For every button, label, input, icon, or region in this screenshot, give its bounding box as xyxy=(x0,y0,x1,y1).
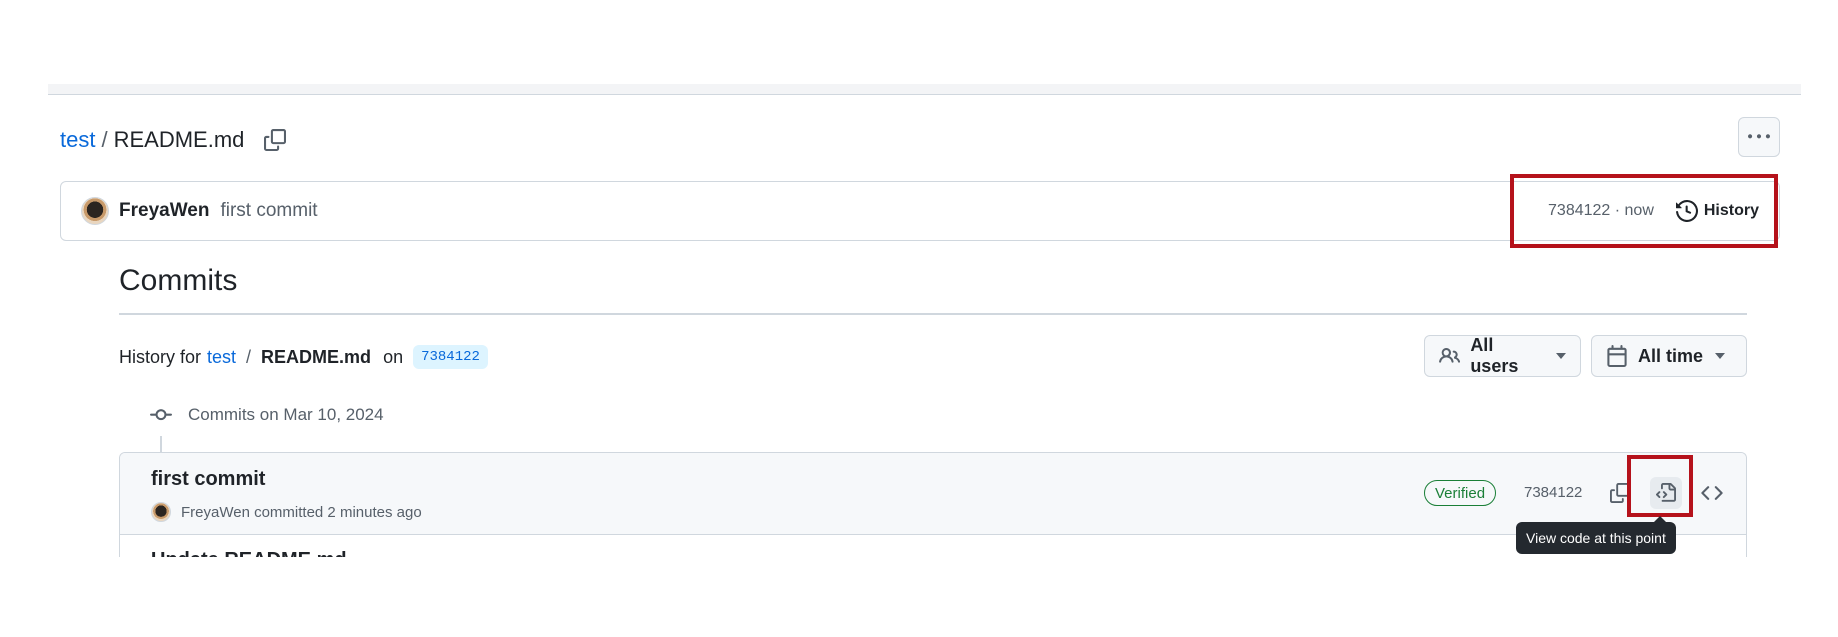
latest-commit-meta: 7384122 · now History xyxy=(1548,182,1759,240)
commit-title[interactable]: Update README.md xyxy=(151,549,347,557)
view-code-at-point-button[interactable] xyxy=(1650,477,1682,509)
history-repo-link[interactable]: test xyxy=(207,347,236,368)
history-button[interactable]: History xyxy=(1675,200,1759,222)
history-sha-badge[interactable]: 7384122 xyxy=(413,345,488,369)
copy-sha-button[interactable] xyxy=(1604,477,1636,509)
file-code-icon xyxy=(1656,483,1676,502)
history-file-name: README.md xyxy=(261,346,372,367)
author-avatar[interactable] xyxy=(81,197,109,225)
copy-icon xyxy=(1610,483,1630,503)
tooltip: View code at this point xyxy=(1516,516,1676,554)
kebab-horizontal-icon xyxy=(1748,134,1770,139)
more-options-button[interactable] xyxy=(1738,117,1780,157)
verified-badge[interactable]: Verified xyxy=(1424,480,1497,506)
history-slash: / xyxy=(246,346,252,367)
all-users-filter[interactable]: All users xyxy=(1424,335,1581,377)
commit-row: first commit FreyaWen committed 2 minute… xyxy=(120,453,1746,535)
file-breadcrumb: test / README.md xyxy=(60,122,290,158)
history-on-label: on xyxy=(383,346,404,367)
history-for-line: History for test / README.md on 7384122 xyxy=(119,343,488,371)
breadcrumb-file-name: README.md xyxy=(113,127,245,152)
latest-commit-bar: FreyaWen first commit 7384122 · now Hist… xyxy=(60,181,1780,241)
git-commit-icon xyxy=(150,409,172,421)
breadcrumb-separator: / xyxy=(101,127,108,152)
chevron-down-icon xyxy=(1556,353,1566,359)
copy-icon xyxy=(264,129,287,151)
title-divider xyxy=(119,313,1747,315)
latest-commit-message[interactable]: first commit xyxy=(220,200,317,222)
commit-list: first commit FreyaWen committed 2 minute… xyxy=(119,452,1747,557)
latest-commit-author[interactable]: FreyaWen xyxy=(119,200,209,222)
people-icon xyxy=(1439,348,1461,363)
commit-title[interactable]: first commit xyxy=(151,468,265,491)
commit-byline-text: FreyaWen committed 2 minutes ago xyxy=(181,503,422,521)
all-users-label: All users xyxy=(1470,335,1519,376)
breadcrumb-repo-link[interactable]: test xyxy=(60,127,95,153)
commit-byline: FreyaWen committed 2 minutes ago xyxy=(151,501,422,523)
copy-path-button[interactable] xyxy=(260,125,290,155)
commit-row: Update README.md xyxy=(120,535,1746,557)
commit-group-label: Commits on Mar 10, 2024 xyxy=(188,405,384,424)
all-time-filter[interactable]: All time xyxy=(1591,335,1747,377)
history-icon xyxy=(1675,200,1698,222)
history-label: History xyxy=(1703,202,1759,219)
commit-group-header: Commits on Mar 10, 2024 xyxy=(150,403,384,427)
calendar-icon xyxy=(1607,345,1627,367)
browse-code-button[interactable] xyxy=(1696,477,1728,509)
latest-commit-sha-time[interactable]: 7384122 · now xyxy=(1548,202,1654,220)
commit-author-avatar[interactable] xyxy=(151,502,171,522)
history-for-label: History for xyxy=(119,346,202,367)
top-divider-bar xyxy=(48,84,1801,95)
all-time-label: All time xyxy=(1638,345,1704,366)
page-title: Commits xyxy=(119,264,238,297)
code-icon xyxy=(1701,486,1723,500)
commit-sha-link[interactable]: 7384122 xyxy=(1524,484,1582,501)
chevron-down-icon xyxy=(1715,353,1726,359)
